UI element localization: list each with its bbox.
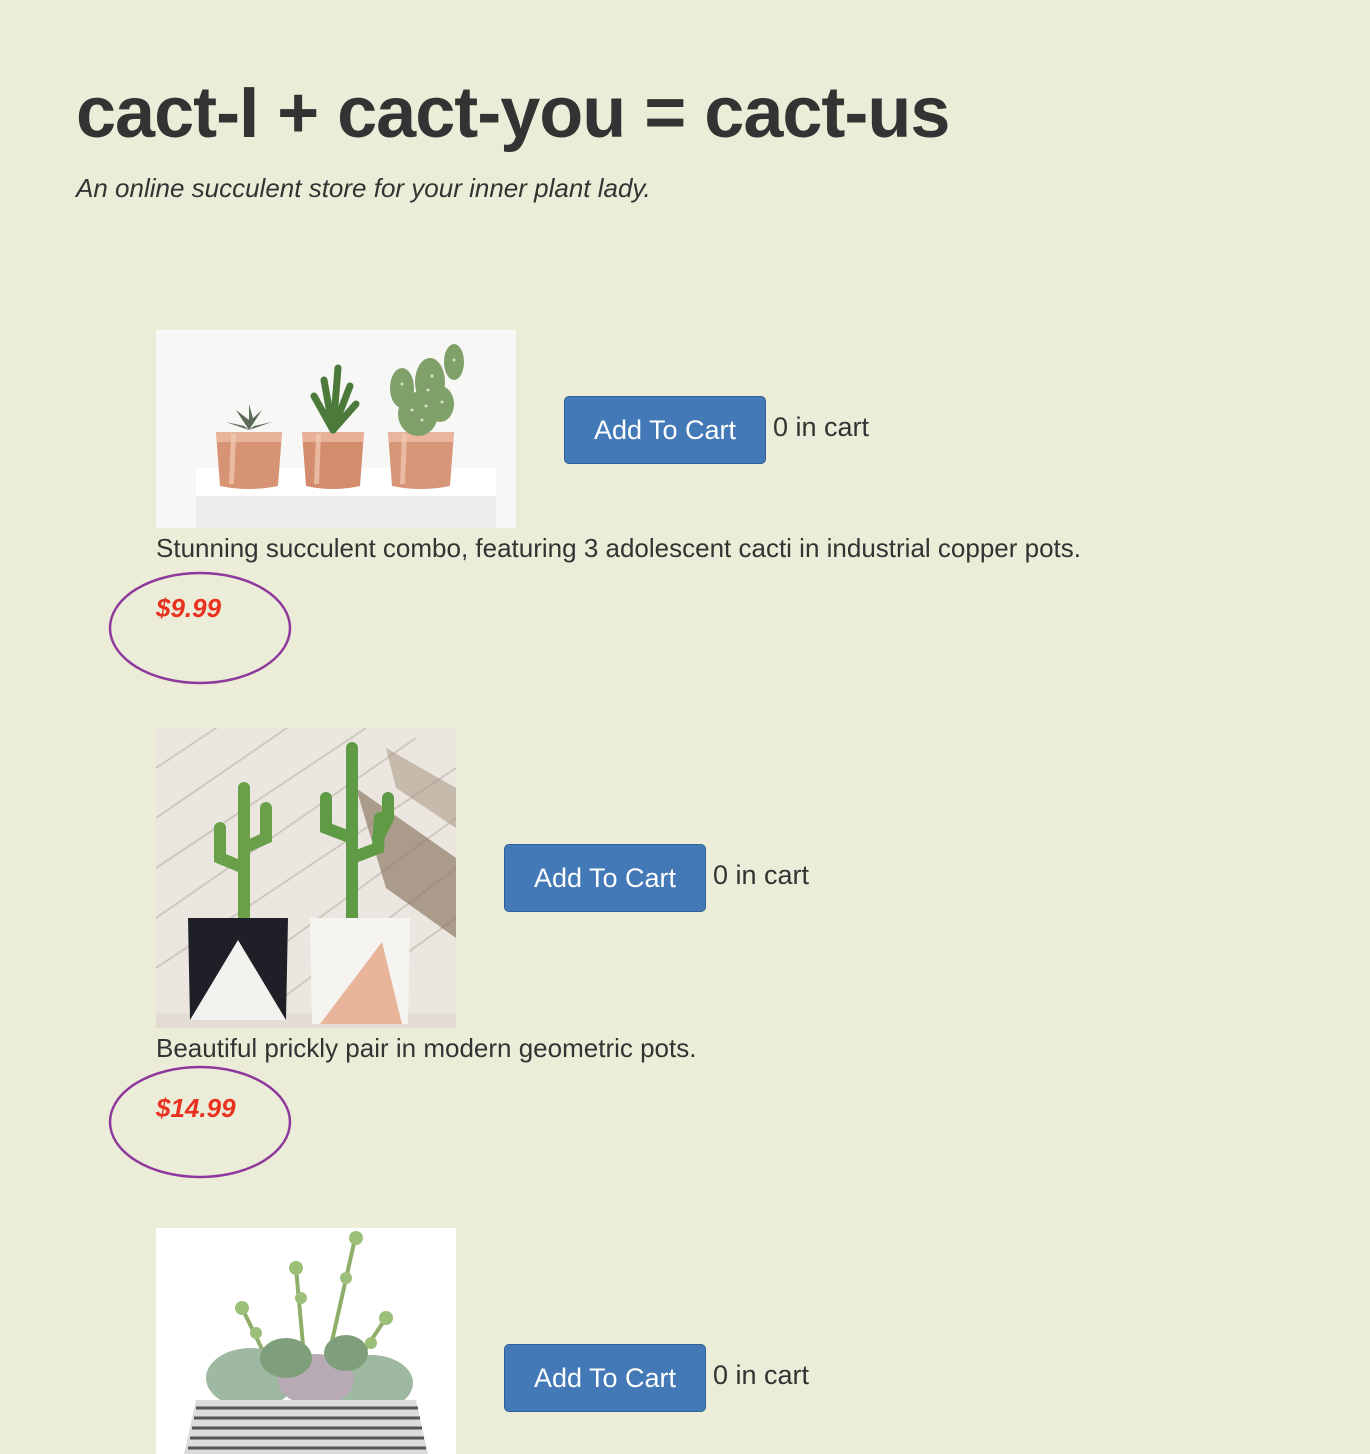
price-highlight-circle	[108, 571, 292, 685]
header: cact-I + cact-you = cact-us An online su…	[76, 68, 950, 204]
cart-count: 0 in cart	[713, 1360, 810, 1390]
price-highlight-circle	[108, 1065, 292, 1179]
product-image-copper-cacti	[156, 330, 516, 528]
product-price: $9.99	[156, 593, 222, 623]
product-price: $14.99	[156, 1093, 236, 1123]
product-description: Beautiful prickly pair in modern geometr…	[156, 1033, 697, 1063]
product-image-geometric-pots	[156, 728, 456, 1028]
page-subtitle: An online succulent store for your inner…	[76, 173, 651, 203]
product-image-succulent-bowl	[156, 1228, 456, 1454]
add-to-cart-button[interactable]: Add To Cart	[564, 396, 766, 464]
cart-count: 0 in cart	[773, 412, 870, 442]
add-to-cart-button[interactable]: Add To Cart	[504, 1344, 706, 1412]
cart-count: 0 in cart	[713, 860, 810, 890]
product-description: Stunning succulent combo, featuring 3 ad…	[156, 533, 1081, 563]
page-title: cact-I + cact-you = cact-us	[76, 73, 950, 153]
add-to-cart-button[interactable]: Add To Cart	[504, 844, 706, 912]
store-page: cact-I + cact-you = cact-us An online su…	[0, 0, 1370, 1454]
